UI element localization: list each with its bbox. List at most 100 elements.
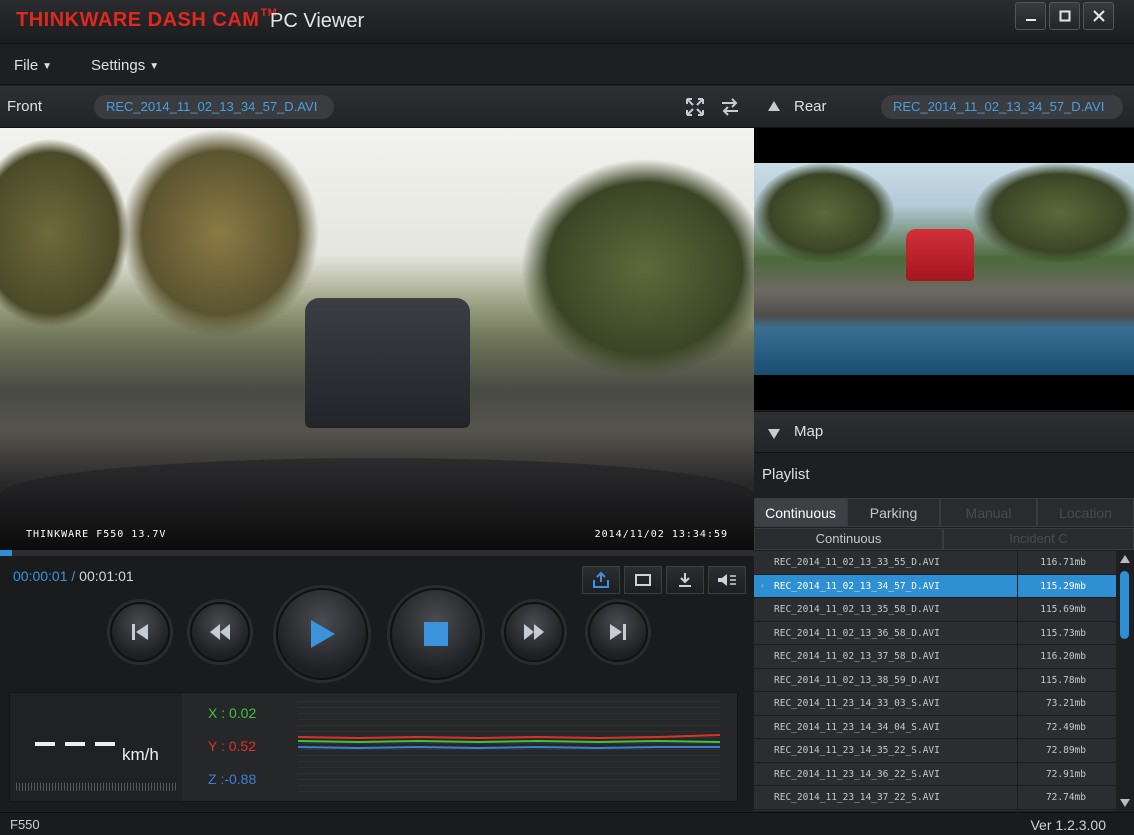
title-bar[interactable]: THINKWARE DASH CAMTM PC Viewer [0,0,1134,44]
menu-settings-label: Settings [91,57,146,74]
rewind-button[interactable] [190,602,250,662]
fast-forward-icon [524,624,544,640]
file-size-cell: 73.21mb [1017,692,1116,715]
time-separator: / [67,568,80,584]
table-row[interactable]: REC_2014_11_23_14_33_03_S.AVI 73.21mb [754,692,1116,716]
volume-button[interactable] [708,566,746,594]
menu-file-label: File [14,57,39,74]
expand-down-icon [768,429,780,439]
collapse-up-icon[interactable] [768,101,780,111]
file-size-cell: 72.74mb [1017,786,1116,809]
table-row[interactable]: REC_2014_11_23_14_34_04_S.AVI 72.49mb [754,715,1116,739]
table-row-selected[interactable]: › REC_2014_11_02_13_34_57_D.AVI 115.29mb [754,574,1116,598]
selected-marker-icon: › [760,580,765,590]
video-car [906,229,974,281]
sensor-graph-svg [297,734,721,750]
sensor-y-value: Y : 0.52 [208,738,257,754]
file-name: REC_2014_11_02_13_33_55_D.AVI [774,557,940,568]
menu-file[interactable]: File ▼ [14,57,52,74]
playlist-scrollbar[interactable] [1116,551,1134,811]
map-label: Map [794,423,824,440]
app-name: PC Viewer [270,10,365,32]
file-name: REC_2014_11_23_14_33_03_S.AVI [774,698,940,709]
file-size: 116.20mb [1040,651,1086,662]
screen-mode-button[interactable] [624,566,662,594]
swap-icon[interactable] [720,97,740,117]
next-file-button[interactable] [588,602,648,662]
playlist-tabs: Continuous Parking Manual Location [754,498,1134,527]
table-row[interactable]: REC_2014_11_23_14_35_22_S.AVI 72.89mb [754,739,1116,763]
file-size-cell: 72.89mb [1017,739,1116,762]
rear-file-pill[interactable]: REC_2014_11_02_13_34_57_D.AVI [881,95,1123,119]
previous-file-button[interactable] [110,602,170,662]
scroll-down-icon[interactable] [1120,799,1130,807]
table-row[interactable]: REC_2014_11_23_14_37_22_S.AVI 72.74mb [754,786,1116,810]
close-button[interactable] [1083,2,1114,30]
file-size: 115.69mb [1040,604,1086,615]
speed-dash [65,742,85,746]
rear-video[interactable] [754,163,1134,375]
table-row[interactable]: REC_2014_11_02_13_37_58_D.AVI 116.20mb [754,645,1116,669]
file-size-cell: 115.73mb [1017,621,1116,645]
tab-manual: Manual [940,498,1037,527]
fast-forward-button[interactable] [504,602,564,662]
tab-continuous[interactable]: Continuous [754,498,847,527]
file-name: REC_2014_11_02_13_34_57_D.AVI [774,580,940,592]
stop-button[interactable] [390,588,482,680]
file-name: REC_2014_11_02_13_37_58_D.AVI [774,651,940,662]
front-file-pill[interactable]: REC_2014_11_02_13_34_57_D.AVI [94,95,334,119]
playlist-header: Playlist [754,454,1134,497]
file-size: 115.78mb [1040,674,1086,686]
playlist-title: Playlist [762,466,810,483]
file-size: 72.91mb [1045,768,1086,780]
front-video[interactable]: THINKWARE F550 13.7V 2014/11/02 13:34:59 [0,128,754,550]
sensor-x-line [297,739,721,744]
fullscreen-icon[interactable] [685,97,705,117]
table-row[interactable]: REC_2014_11_02_13_35_58_D.AVI 115.69mb [754,598,1116,622]
sensor-z-value: Z :-0.88 [208,771,257,787]
video-scenery [974,163,1134,263]
time-display: 00:00:01 / 00:01:01 [13,568,134,584]
table-row[interactable]: REC_2014_11_23_14_36_22_S.AVI 72.91mb [754,762,1116,786]
file-list: REC_2014_11_02_13_33_55_D.AVI 116.71mb › R… [754,551,1116,811]
download-button[interactable] [666,566,704,594]
maximize-button[interactable] [1049,2,1080,30]
minimize-button[interactable] [1015,2,1046,30]
export-icon [593,571,609,588]
file-size: 72.89mb [1045,745,1086,756]
subtab-continuous[interactable]: Continuous [754,528,943,550]
minimize-icon [1025,19,1036,21]
file-size-cell: 115.78mb [1017,668,1116,692]
file-size: 73.21mb [1045,698,1086,709]
video-scenery [0,138,130,328]
file-name: REC_2014_11_23_14_37_22_S.AVI [774,792,940,803]
table-row[interactable]: REC_2014_11_02_13_38_59_D.AVI 115.78mb [754,668,1116,692]
play-button[interactable] [276,588,368,680]
speed-ticks [16,783,176,791]
playlist-subtabs: Continuous Incident C [754,528,1134,550]
front-header: Front REC_2014_11_02_13_34_57_D.AVI [0,86,754,128]
front-label: Front [7,98,43,115]
scroll-up-icon[interactable] [1120,555,1130,563]
close-icon [1092,10,1105,22]
brand-name: THINKWARE DASH CAM [16,9,260,31]
map-header[interactable]: Map [754,411,1134,453]
sensor-y-line [297,734,721,740]
status-bar: F550 Ver 1.2.3.00 [0,812,1134,835]
rear-label: Rear [794,98,827,115]
file-size-cell: 116.71mb [1017,551,1116,574]
file-size: 115.29mb [1040,580,1086,592]
menu-settings[interactable]: Settings ▼ [91,57,159,74]
brand-logo: THINKWARE DASH CAMTM [16,7,277,32]
scrollbar-thumb[interactable] [1120,571,1129,639]
front-osd-left: THINKWARE F550 13.7V [26,529,167,540]
video-scenery [120,128,320,338]
speed-dash [95,742,115,746]
file-size-cell: 115.29mb [1017,574,1116,598]
tab-parking[interactable]: Parking [847,498,940,527]
table-row[interactable]: REC_2014_11_02_13_33_55_D.AVI 116.71mb [754,551,1116,575]
file-size-cell: 72.49mb [1017,715,1116,739]
export-button[interactable] [582,566,620,594]
sensor-panel: - - - km/h X : 0.02 Y : 0.52 Z :-0.88 [9,692,738,802]
table-row[interactable]: REC_2014_11_02_13_36_58_D.AVI 115.73mb [754,621,1116,645]
